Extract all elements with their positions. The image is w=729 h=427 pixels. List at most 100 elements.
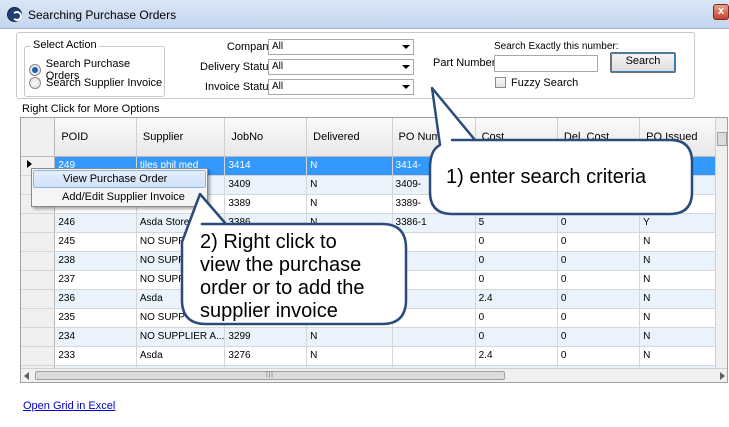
radio-purchase-orders[interactable] xyxy=(29,64,41,76)
row-header[interactable] xyxy=(21,213,56,233)
table-cell[interactable] xyxy=(392,270,476,290)
table-cell[interactable]: 3389- xyxy=(392,194,476,214)
row-header[interactable] xyxy=(21,308,56,328)
open-grid-in-excel-link[interactable]: Open Grid in Excel xyxy=(23,400,115,412)
table-cell[interactable]: N xyxy=(306,213,393,233)
column-header-del-cost[interactable]: Del. Cost xyxy=(557,118,641,157)
table-cell[interactable]: Asda Stores xyxy=(136,213,226,233)
row-header[interactable] xyxy=(21,327,56,347)
table-cell[interactable]: N xyxy=(306,327,393,347)
table-cell[interactable]: 237 xyxy=(54,270,137,290)
table-cell[interactable]: 238 xyxy=(54,251,137,271)
table-cell[interactable]: 0 xyxy=(557,232,641,252)
table-cell[interactable]: 0 xyxy=(557,308,641,328)
table-cell[interactable]: 5 xyxy=(475,213,558,233)
table-cell[interactable]: 3414 xyxy=(224,156,308,176)
scroll-left-icon[interactable] xyxy=(24,372,29,380)
table-cell[interactable]: 245 xyxy=(54,232,137,252)
column-header-cost[interactable]: Cost xyxy=(475,118,558,157)
horizontal-scrollbar[interactable]: ||| xyxy=(21,368,727,382)
invoice-status-select[interactable]: All xyxy=(268,79,414,95)
column-header-po-number[interactable]: PO Number xyxy=(392,118,476,157)
table-cell[interactable]: N xyxy=(639,327,723,347)
context-menu: View Purchase Order Add/Edit Supplier In… xyxy=(31,168,208,207)
table-cell[interactable] xyxy=(639,194,723,214)
table-cell[interactable]: Asda xyxy=(136,346,226,366)
row-header[interactable] xyxy=(21,270,56,290)
column-header-po-issued[interactable]: PO Issued xyxy=(639,118,723,157)
table-cell[interactable]: Y xyxy=(639,213,723,233)
table-cell[interactable]: 0 xyxy=(557,270,641,290)
table-row[interactable]: 233 Asda 3276 N 2.4 0 N xyxy=(21,346,727,366)
table-cell[interactable]: N xyxy=(639,289,723,309)
row-header[interactable] xyxy=(21,232,56,252)
column-header-poid[interactable]: POID xyxy=(54,118,137,157)
row-header[interactable] xyxy=(21,346,56,366)
row-header[interactable] xyxy=(21,289,56,309)
table-cell[interactable]: 3389 xyxy=(224,194,308,214)
table-cell[interactable]: 0 xyxy=(557,251,641,271)
table-cell[interactable]: 235 xyxy=(54,308,137,328)
table-cell[interactable] xyxy=(392,308,476,328)
table-cell[interactable] xyxy=(639,156,723,176)
search-supplier-invoice-option[interactable]: Search Supplier Invoice xyxy=(29,77,162,89)
table-cell[interactable] xyxy=(557,194,641,214)
table-cell[interactable]: N xyxy=(639,346,723,366)
delivery-status-select[interactable]: All xyxy=(268,59,414,75)
table-cell[interactable]: 0 xyxy=(475,327,558,347)
table-cell[interactable]: 0 xyxy=(557,289,641,309)
horizontal-scroll-thumb[interactable]: ||| xyxy=(35,371,505,380)
menu-item-view-purchase-order[interactable]: View Purchase Order xyxy=(33,170,206,188)
table-cell[interactable]: NO SUPPLIER A... xyxy=(136,327,226,347)
table-cell[interactable]: N xyxy=(639,270,723,290)
table-cell[interactable]: N xyxy=(639,232,723,252)
vertical-scrollbar[interactable] xyxy=(715,118,727,370)
table-cell[interactable]: 3276 xyxy=(224,346,308,366)
table-cell[interactable]: 0 xyxy=(475,270,558,290)
table-row[interactable]: 234 NO SUPPLIER A... 3299 N 0 0 N xyxy=(21,327,727,347)
company-select[interactable]: All xyxy=(268,39,414,55)
column-header-supplier[interactable]: Supplier xyxy=(136,118,226,157)
search-button[interactable]: Search xyxy=(610,52,676,73)
table-cell[interactable]: 3409 xyxy=(224,175,308,195)
close-button[interactable]: x xyxy=(713,4,729,20)
row-header[interactable] xyxy=(21,251,56,271)
table-row[interactable]: 246 Asda Stores 3386 N 3386-1 5 0 Y xyxy=(21,213,727,233)
table-cell[interactable]: 233 xyxy=(54,346,137,366)
table-cell[interactable] xyxy=(392,232,476,252)
table-cell[interactable] xyxy=(392,327,476,347)
fuzzy-search-checkbox[interactable] xyxy=(495,77,506,88)
table-cell[interactable]: 234 xyxy=(54,327,137,347)
table-cell[interactable]: 0 xyxy=(557,213,641,233)
table-cell[interactable]: N xyxy=(639,308,723,328)
table-cell[interactable] xyxy=(392,346,476,366)
table-cell[interactable]: 3386-1 xyxy=(392,213,476,233)
table-cell[interactable] xyxy=(475,194,558,214)
table-cell[interactable]: 236 xyxy=(54,289,137,309)
table-cell[interactable]: 3299 xyxy=(224,327,308,347)
table-cell[interactable] xyxy=(392,251,476,271)
table-cell[interactable]: 246 xyxy=(54,213,137,233)
table-cell[interactable]: N xyxy=(306,175,393,195)
table-cell[interactable] xyxy=(392,289,476,309)
table-cell[interactable]: N xyxy=(306,156,393,176)
table-cell[interactable]: N xyxy=(306,346,393,366)
part-number-input[interactable] xyxy=(494,55,598,72)
table-cell[interactable]: 3386 xyxy=(224,213,308,233)
table-cell[interactable]: 0 xyxy=(557,327,641,347)
menu-item-add-edit-supplier-invoice[interactable]: Add/Edit Supplier Invoice xyxy=(33,189,206,207)
table-cell[interactable]: 2.4 xyxy=(475,289,558,309)
column-header-delivered[interactable]: Delivered xyxy=(306,118,393,157)
table-cell[interactable]: 0 xyxy=(475,308,558,328)
table-cell[interactable]: 0 xyxy=(475,251,558,271)
table-cell[interactable]: 0 xyxy=(475,232,558,252)
table-cell[interactable] xyxy=(639,175,723,195)
column-header-jobno[interactable]: JobNo xyxy=(224,118,308,157)
radio-supplier-invoice[interactable] xyxy=(29,77,41,89)
table-cell[interactable]: 2.4 xyxy=(475,346,558,366)
table-cell[interactable]: 0 xyxy=(557,346,641,366)
scroll-right-icon[interactable] xyxy=(720,372,725,380)
vertical-scroll-thumb[interactable] xyxy=(717,132,727,146)
table-cell[interactable]: N xyxy=(306,194,393,214)
table-cell[interactable]: N xyxy=(639,251,723,271)
